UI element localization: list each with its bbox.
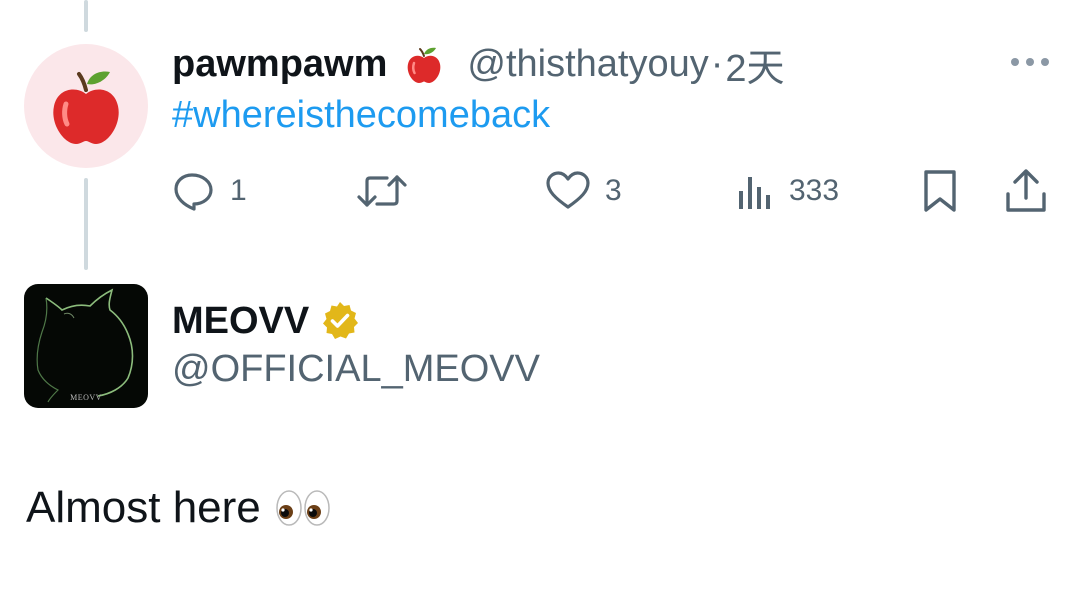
heart-icon (546, 171, 590, 209)
hashtag-link[interactable]: #whereisthecomeback (172, 94, 550, 137)
meovv-name-row: MEOVV (172, 296, 361, 346)
retweet-icon (357, 175, 407, 207)
separator-dot: · (710, 42, 724, 85)
reply-count: 1 (230, 174, 247, 207)
more-options-button[interactable] (1008, 50, 1052, 74)
verified-badge-icon (323, 302, 359, 339)
views-button[interactable]: 333 (735, 160, 839, 222)
display-name[interactable]: pawmpawm (172, 43, 387, 86)
views-count: 333 (789, 174, 840, 207)
avatar-meovv[interactable]: MEOVV (24, 284, 148, 408)
bookmark-button[interactable] (920, 160, 960, 222)
reply-tweet-header: pawmpawm @thisthatyouy · 2天 (172, 36, 785, 92)
red-apple-icon (408, 47, 441, 83)
share-upload-icon (1006, 169, 1046, 212)
display-name[interactable]: MEOVV (172, 300, 309, 343)
eyes-icon (276, 490, 330, 526)
user-handle[interactable]: @thisthatyouy (467, 43, 708, 86)
meovv-logo-text: MEOVV (70, 393, 102, 402)
user-handle[interactable]: @OFFICIAL_MEOVV (172, 348, 540, 391)
reply-icon (174, 173, 213, 211)
like-button[interactable]: 3 (545, 160, 622, 222)
cat-silhouette-icon (36, 288, 134, 403)
analytics-bar-icon (739, 177, 770, 209)
post-text-content: Almost here (26, 483, 261, 532)
like-count: 3 (605, 174, 622, 207)
share-button[interactable] (1004, 160, 1048, 222)
post-text: Almost here (26, 482, 333, 534)
red-apple-icon (53, 71, 119, 144)
thread-connector-top (84, 0, 88, 32)
retweet-button[interactable] (355, 160, 423, 222)
avatar-pawmpawm[interactable] (24, 44, 148, 168)
reply-button[interactable]: 1 (172, 160, 247, 222)
tweet-actions-bar: 1 3 333 (0, 160, 1080, 222)
bookmark-icon (924, 170, 956, 212)
more-horizontal-icon (1011, 58, 1049, 66)
timestamp[interactable]: 2天 (725, 37, 784, 92)
